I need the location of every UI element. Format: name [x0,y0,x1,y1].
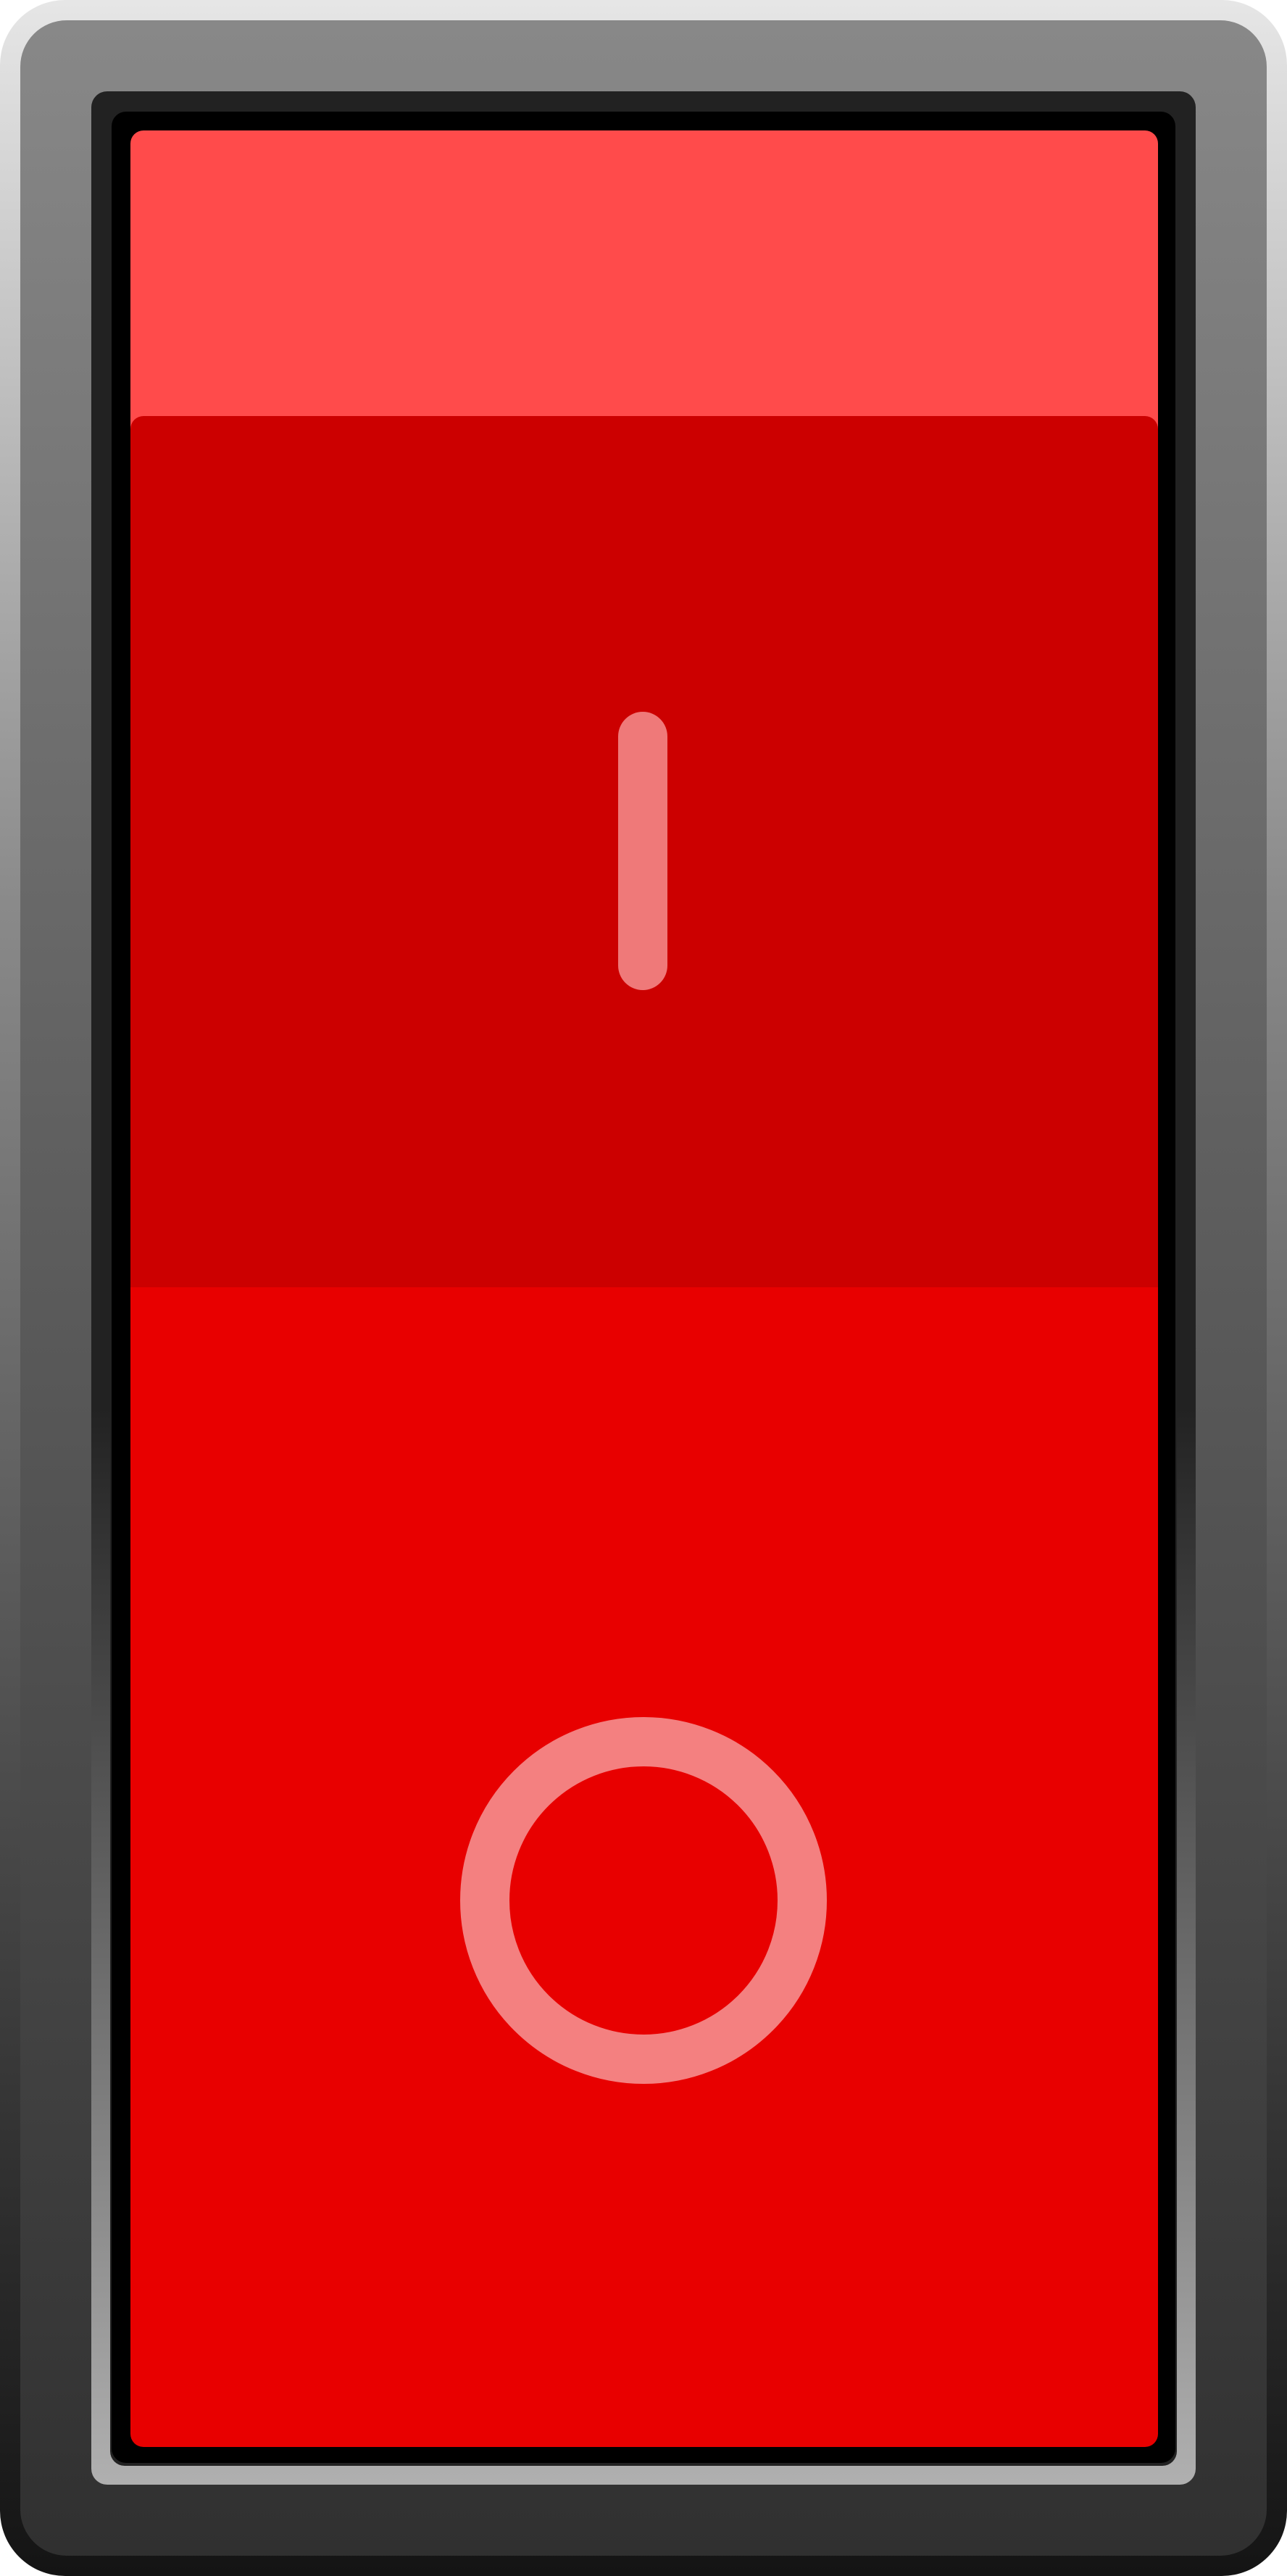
power-on-line-icon: I [618,712,667,990]
rocker-lower-face[interactable] [130,1276,1158,2447]
rocker-switch[interactable]: I O [0,0,1287,2576]
